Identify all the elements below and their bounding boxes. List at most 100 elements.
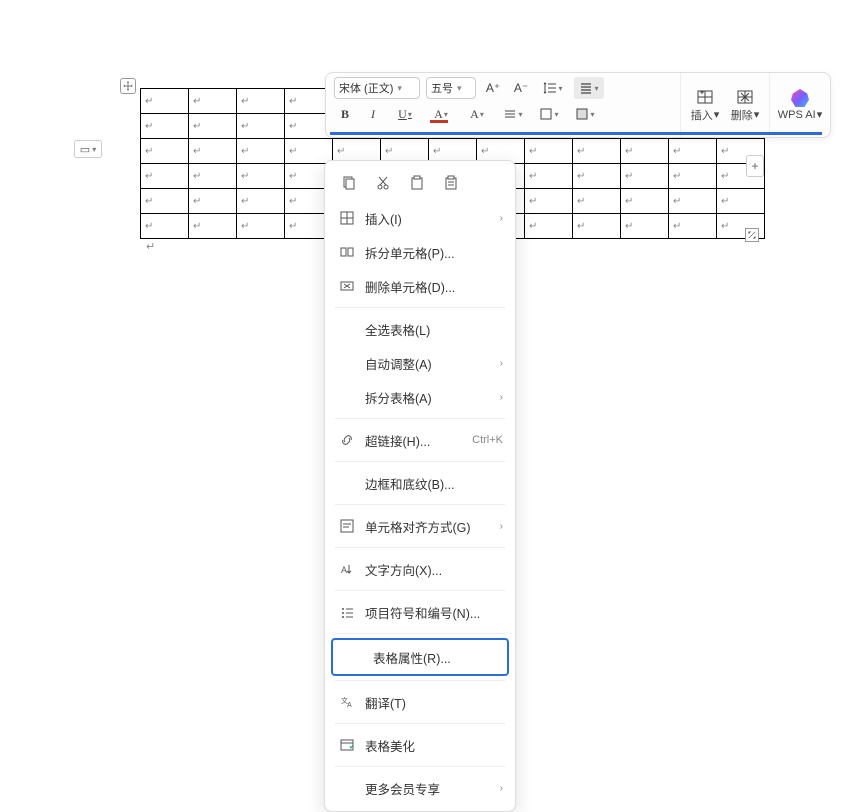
font-family-combo[interactable]: 宋体 (正文) ▾ <box>334 77 420 99</box>
table-cell[interactable]: ↵ <box>525 139 573 164</box>
increase-font-button[interactable]: A⁺ <box>482 77 504 99</box>
menu-item-split-table[interactable]: 拆分表格(A)› <box>325 380 515 414</box>
menu-item-translate[interactable]: 文A翻译(T) <box>325 685 515 719</box>
chevron-down-icon: ▾ <box>714 108 720 121</box>
row-options-button[interactable]: ▭ ▾ <box>74 140 102 158</box>
table-cell[interactable]: ↵ <box>189 139 237 164</box>
delete-table-icon <box>736 88 754 106</box>
italic-button[interactable]: I <box>362 103 384 125</box>
underline-button[interactable]: U▾ <box>390 103 420 125</box>
table-resize-handle[interactable] <box>745 228 759 242</box>
grid-icon <box>337 211 357 225</box>
table-cell[interactable]: ↵ <box>237 164 285 189</box>
table-cell[interactable]: ↵ <box>141 164 189 189</box>
menu-item-label: 翻译(T) <box>365 693 503 712</box>
separator <box>335 723 505 724</box>
menu-item-bullets[interactable]: 项目符号和编号(N)... <box>325 595 515 629</box>
chevron-right-icon: › <box>500 521 503 532</box>
table-cell[interactable]: ↵ <box>621 189 669 214</box>
table-cell[interactable]: ↵ <box>141 114 189 139</box>
menu-item-label: 边框和底纹(B)... <box>365 474 503 493</box>
table-cell[interactable]: ↵ <box>621 164 669 189</box>
add-column-button[interactable]: + <box>746 155 764 177</box>
cellalign-icon <box>337 519 357 533</box>
chevron-down-icon: ▾ <box>590 110 594 119</box>
menu-item-label: 删除单元格(D)... <box>365 277 503 296</box>
border-button[interactable]: ▾ <box>534 103 564 125</box>
menu-item-autofit[interactable]: 自动调整(A)› <box>325 346 515 380</box>
menu-item-hyperlink[interactable]: 超链接(H)...Ctrl+K <box>325 423 515 457</box>
chevron-down-icon: ▾ <box>408 110 412 119</box>
menu-item-beautify[interactable]: 表格美化 <box>325 728 515 762</box>
table-cell[interactable]: ↵ <box>573 214 621 239</box>
bold-button[interactable]: B <box>334 103 356 125</box>
table-cell[interactable]: ↵ <box>669 164 717 189</box>
table-cell[interactable]: ↵ <box>237 114 285 139</box>
svg-text:A: A <box>347 702 352 709</box>
menu-item-select-table[interactable]: 全选表格(L) <box>325 312 515 346</box>
table-cell[interactable]: ↵ <box>189 164 237 189</box>
table-cell[interactable]: ↵ <box>237 89 285 114</box>
font-color-button[interactable]: A ▾ <box>426 103 456 125</box>
menu-item-insert[interactable]: 插入(I)› <box>325 201 515 235</box>
resize-icon <box>748 231 756 239</box>
table-cell[interactable]: ↵ <box>237 189 285 214</box>
table-cell[interactable]: ↵ <box>669 189 717 214</box>
table-move-handle[interactable] <box>120 78 136 94</box>
table-cell[interactable]: ↵ <box>189 89 237 114</box>
table-cell[interactable]: ↵ <box>525 164 573 189</box>
separator <box>335 504 505 505</box>
table-cell[interactable]: ↵ <box>141 214 189 239</box>
menu-item-label: 表格属性(R)... <box>373 648 495 667</box>
table-cell[interactable]: ↵ <box>141 189 189 214</box>
table-cell[interactable]: ↵ <box>189 189 237 214</box>
paragraph-align-button[interactable]: ▾ <box>574 77 604 99</box>
bullets-icon <box>337 605 357 619</box>
line-spacing-button[interactable]: ▾ <box>538 77 568 99</box>
menu-item-premium[interactable]: 更多会员专享› <box>325 771 515 805</box>
table-cell[interactable]: ↵ <box>525 214 573 239</box>
paste-button[interactable] <box>407 173 427 193</box>
chevron-right-icon: › <box>500 392 503 403</box>
separator <box>335 680 505 681</box>
wps-ai-button[interactable]: WPS AI▾ <box>776 87 824 123</box>
separator <box>335 633 505 634</box>
table-cell[interactable]: ↵ <box>669 214 717 239</box>
menu-item-table-props[interactable]: 表格属性(R)... <box>333 640 507 674</box>
paste-special-button[interactable] <box>441 173 461 193</box>
menu-item-split-cell[interactable]: 拆分单元格(P)... <box>325 235 515 269</box>
table-cell[interactable]: ↵ <box>189 114 237 139</box>
table-cell[interactable]: ↵ <box>669 139 717 164</box>
table-cell[interactable]: ↵ <box>717 189 765 214</box>
menu-item-cell-align[interactable]: 单元格对齐方式(G)› <box>325 509 515 543</box>
line-style-button[interactable]: ▾ <box>498 103 528 125</box>
decrease-font-button[interactable]: A⁻ <box>510 77 532 99</box>
table-cell[interactable]: ↵ <box>621 214 669 239</box>
table-cell[interactable]: ↵ <box>141 89 189 114</box>
delete-dropdown[interactable]: 删除▾ <box>727 86 763 125</box>
menu-item-label: 单元格对齐方式(G) <box>365 517 500 536</box>
copy-button[interactable] <box>339 173 359 193</box>
table-cell[interactable]: ↵ <box>237 139 285 164</box>
font-size-value: 五号 <box>431 80 453 96</box>
menu-item-borders[interactable]: 边框和底纹(B)... <box>325 466 515 500</box>
table-cell[interactable]: ↵ <box>573 139 621 164</box>
font-size-combo[interactable]: 五号 ▾ <box>426 77 476 99</box>
cut-button[interactable] <box>373 173 393 193</box>
chevron-down-icon: ▾ <box>554 110 558 119</box>
highlight-color-button[interactable]: A ▾ <box>462 103 492 125</box>
table-cell[interactable]: ↵ <box>189 214 237 239</box>
insert-dropdown[interactable]: 插入▾ <box>687 86 723 125</box>
beautify-icon <box>337 738 357 752</box>
table-cell[interactable]: ↵ <box>237 214 285 239</box>
table-cell[interactable]: ↵ <box>573 189 621 214</box>
menu-item-text-dir[interactable]: A文字方向(X)... <box>325 552 515 586</box>
chevron-down-icon: ▾ <box>754 108 760 121</box>
table-cell[interactable]: ↵ <box>285 139 333 164</box>
shading-button[interactable]: ▾ <box>570 103 600 125</box>
table-cell[interactable]: ↵ <box>141 139 189 164</box>
table-cell[interactable]: ↵ <box>621 139 669 164</box>
table-cell[interactable]: ↵ <box>525 189 573 214</box>
menu-item-delete-cell[interactable]: 删除单元格(D)... <box>325 269 515 303</box>
table-cell[interactable]: ↵ <box>573 164 621 189</box>
